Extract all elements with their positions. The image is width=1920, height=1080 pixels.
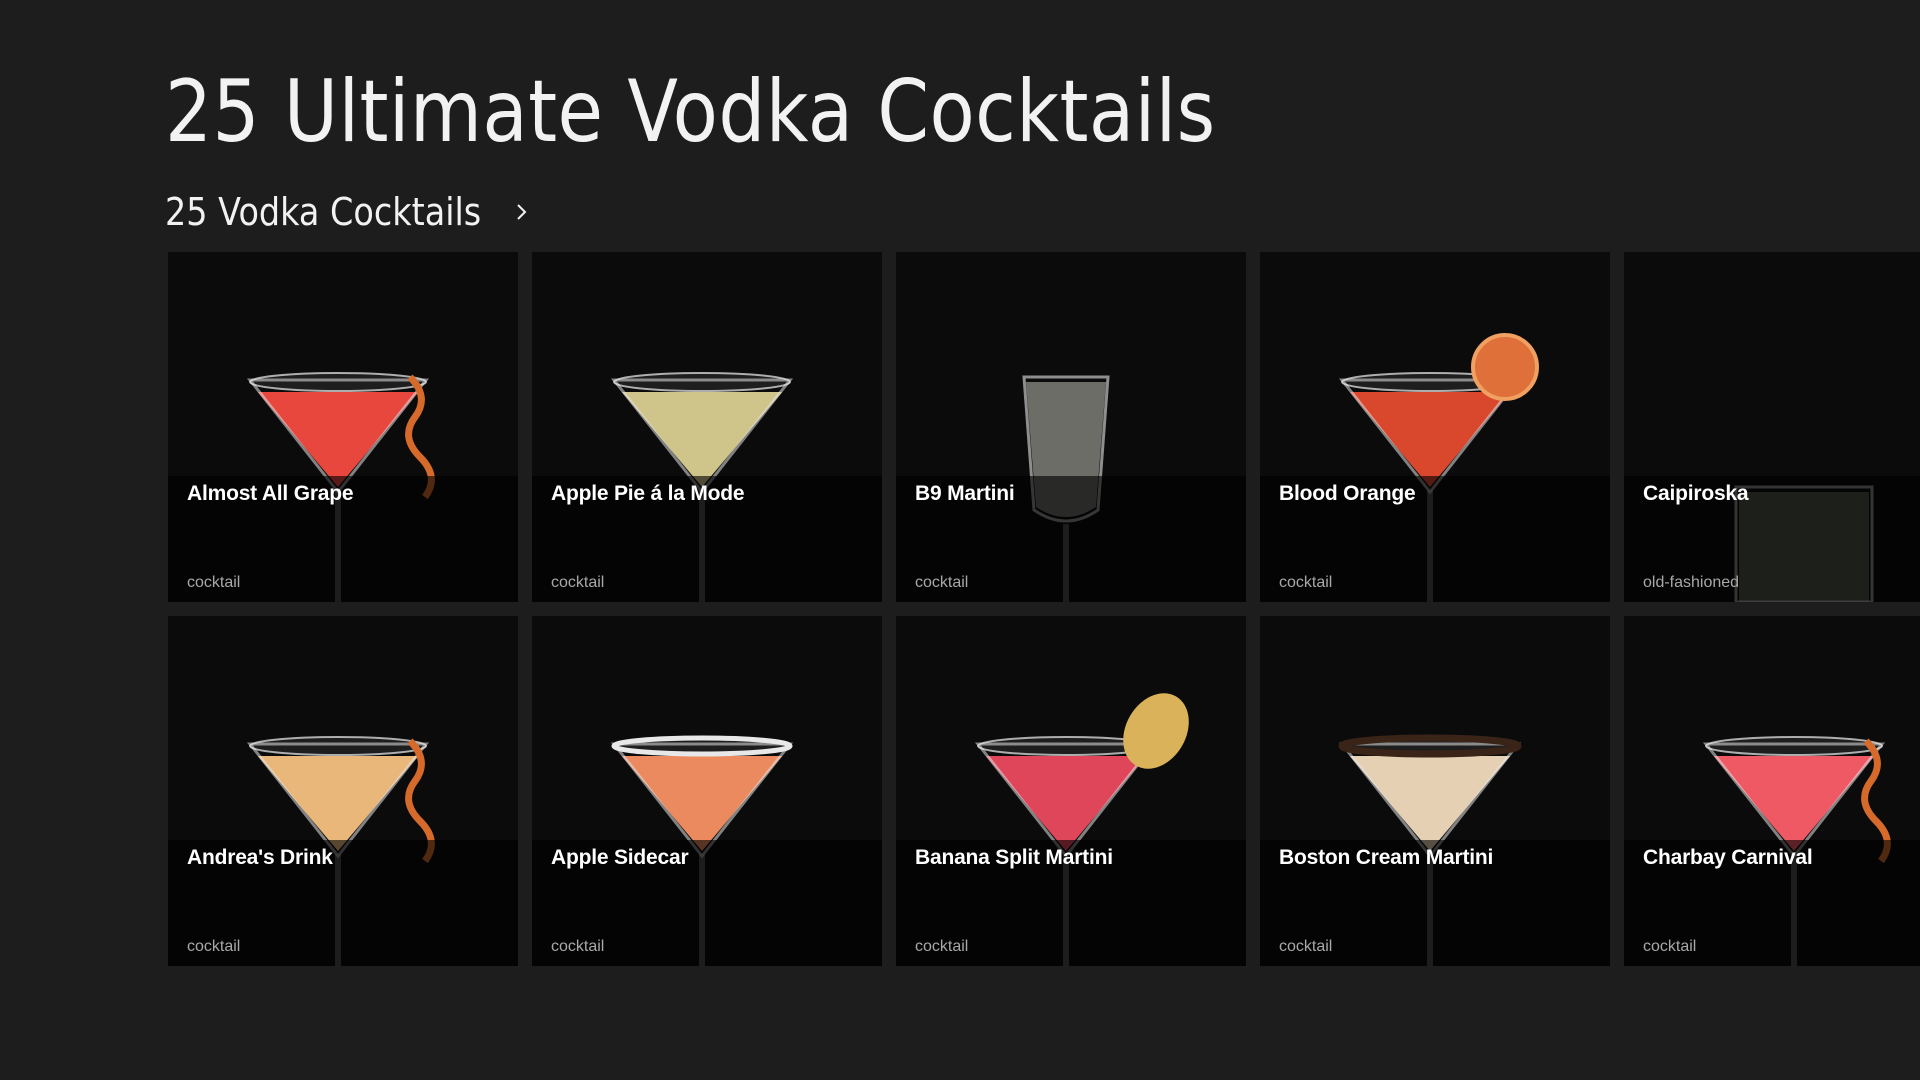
cocktail-type: cocktail [187,938,241,955]
cocktail-name: Banana Split Martini [915,846,1113,869]
cocktail-tile[interactable]: Blood Orange cocktail [1260,252,1610,602]
cocktail-type: cocktail [915,938,969,955]
cocktail-type: cocktail [551,938,605,955]
section-header-link[interactable]: 25 Vodka Cocktails [165,190,530,234]
cocktail-tile[interactable]: Boston Cream Martini cocktail [1260,616,1610,966]
chevron-right-icon [514,204,530,220]
cocktail-type: cocktail [1279,574,1333,591]
cocktail-name: Apple Sidecar [551,846,689,869]
cocktail-tile[interactable]: Apple Pie á la Mode cocktail [532,252,882,602]
cocktail-type: cocktail [915,574,969,591]
cocktail-type: old-fashioned [1643,574,1740,591]
cocktail-name: Almost All Grape [187,482,354,505]
cocktail-name: Blood Orange [1279,482,1416,505]
cocktail-tile[interactable]: B9 Martini cocktail [896,252,1246,602]
cocktail-name: Andrea's Drink [187,846,333,869]
cocktail-tile[interactable]: Charbay Carnival cocktail [1624,616,1920,966]
cocktail-tile[interactable]: Almost All Grape cocktail [168,252,518,602]
cocktail-name: Caipiroska [1643,482,1749,505]
cocktail-tile[interactable]: Apple Sidecar cocktail [532,616,882,966]
cocktail-name: B9 Martini [915,482,1015,505]
cocktail-type: cocktail [1643,938,1697,955]
app-window: 25 Ultimate Vodka Cocktails 25 Vodka Coc… [0,0,1920,1080]
cocktail-type: cocktail [1279,938,1333,955]
cocktail-tile[interactable]: Andrea's Drink cocktail [168,616,518,966]
cocktail-type: cocktail [187,574,241,591]
cocktail-name: Boston Cream Martini [1279,846,1494,869]
cocktail-grid: Almost All Grape cocktail Apple Pie á la… [168,252,1920,966]
section-header-label: 25 Vodka Cocktails [165,190,482,234]
cocktail-type: cocktail [551,574,605,591]
cocktail-tile[interactable]: Banana Split Martini cocktail [896,616,1246,966]
cocktail-name: Charbay Carnival [1643,846,1813,869]
cocktail-tile[interactable]: Caipiroska old-fashioned [1624,252,1920,602]
cocktail-name: Apple Pie á la Mode [551,482,745,505]
page-title: 25 Ultimate Vodka Cocktails [165,62,1216,162]
